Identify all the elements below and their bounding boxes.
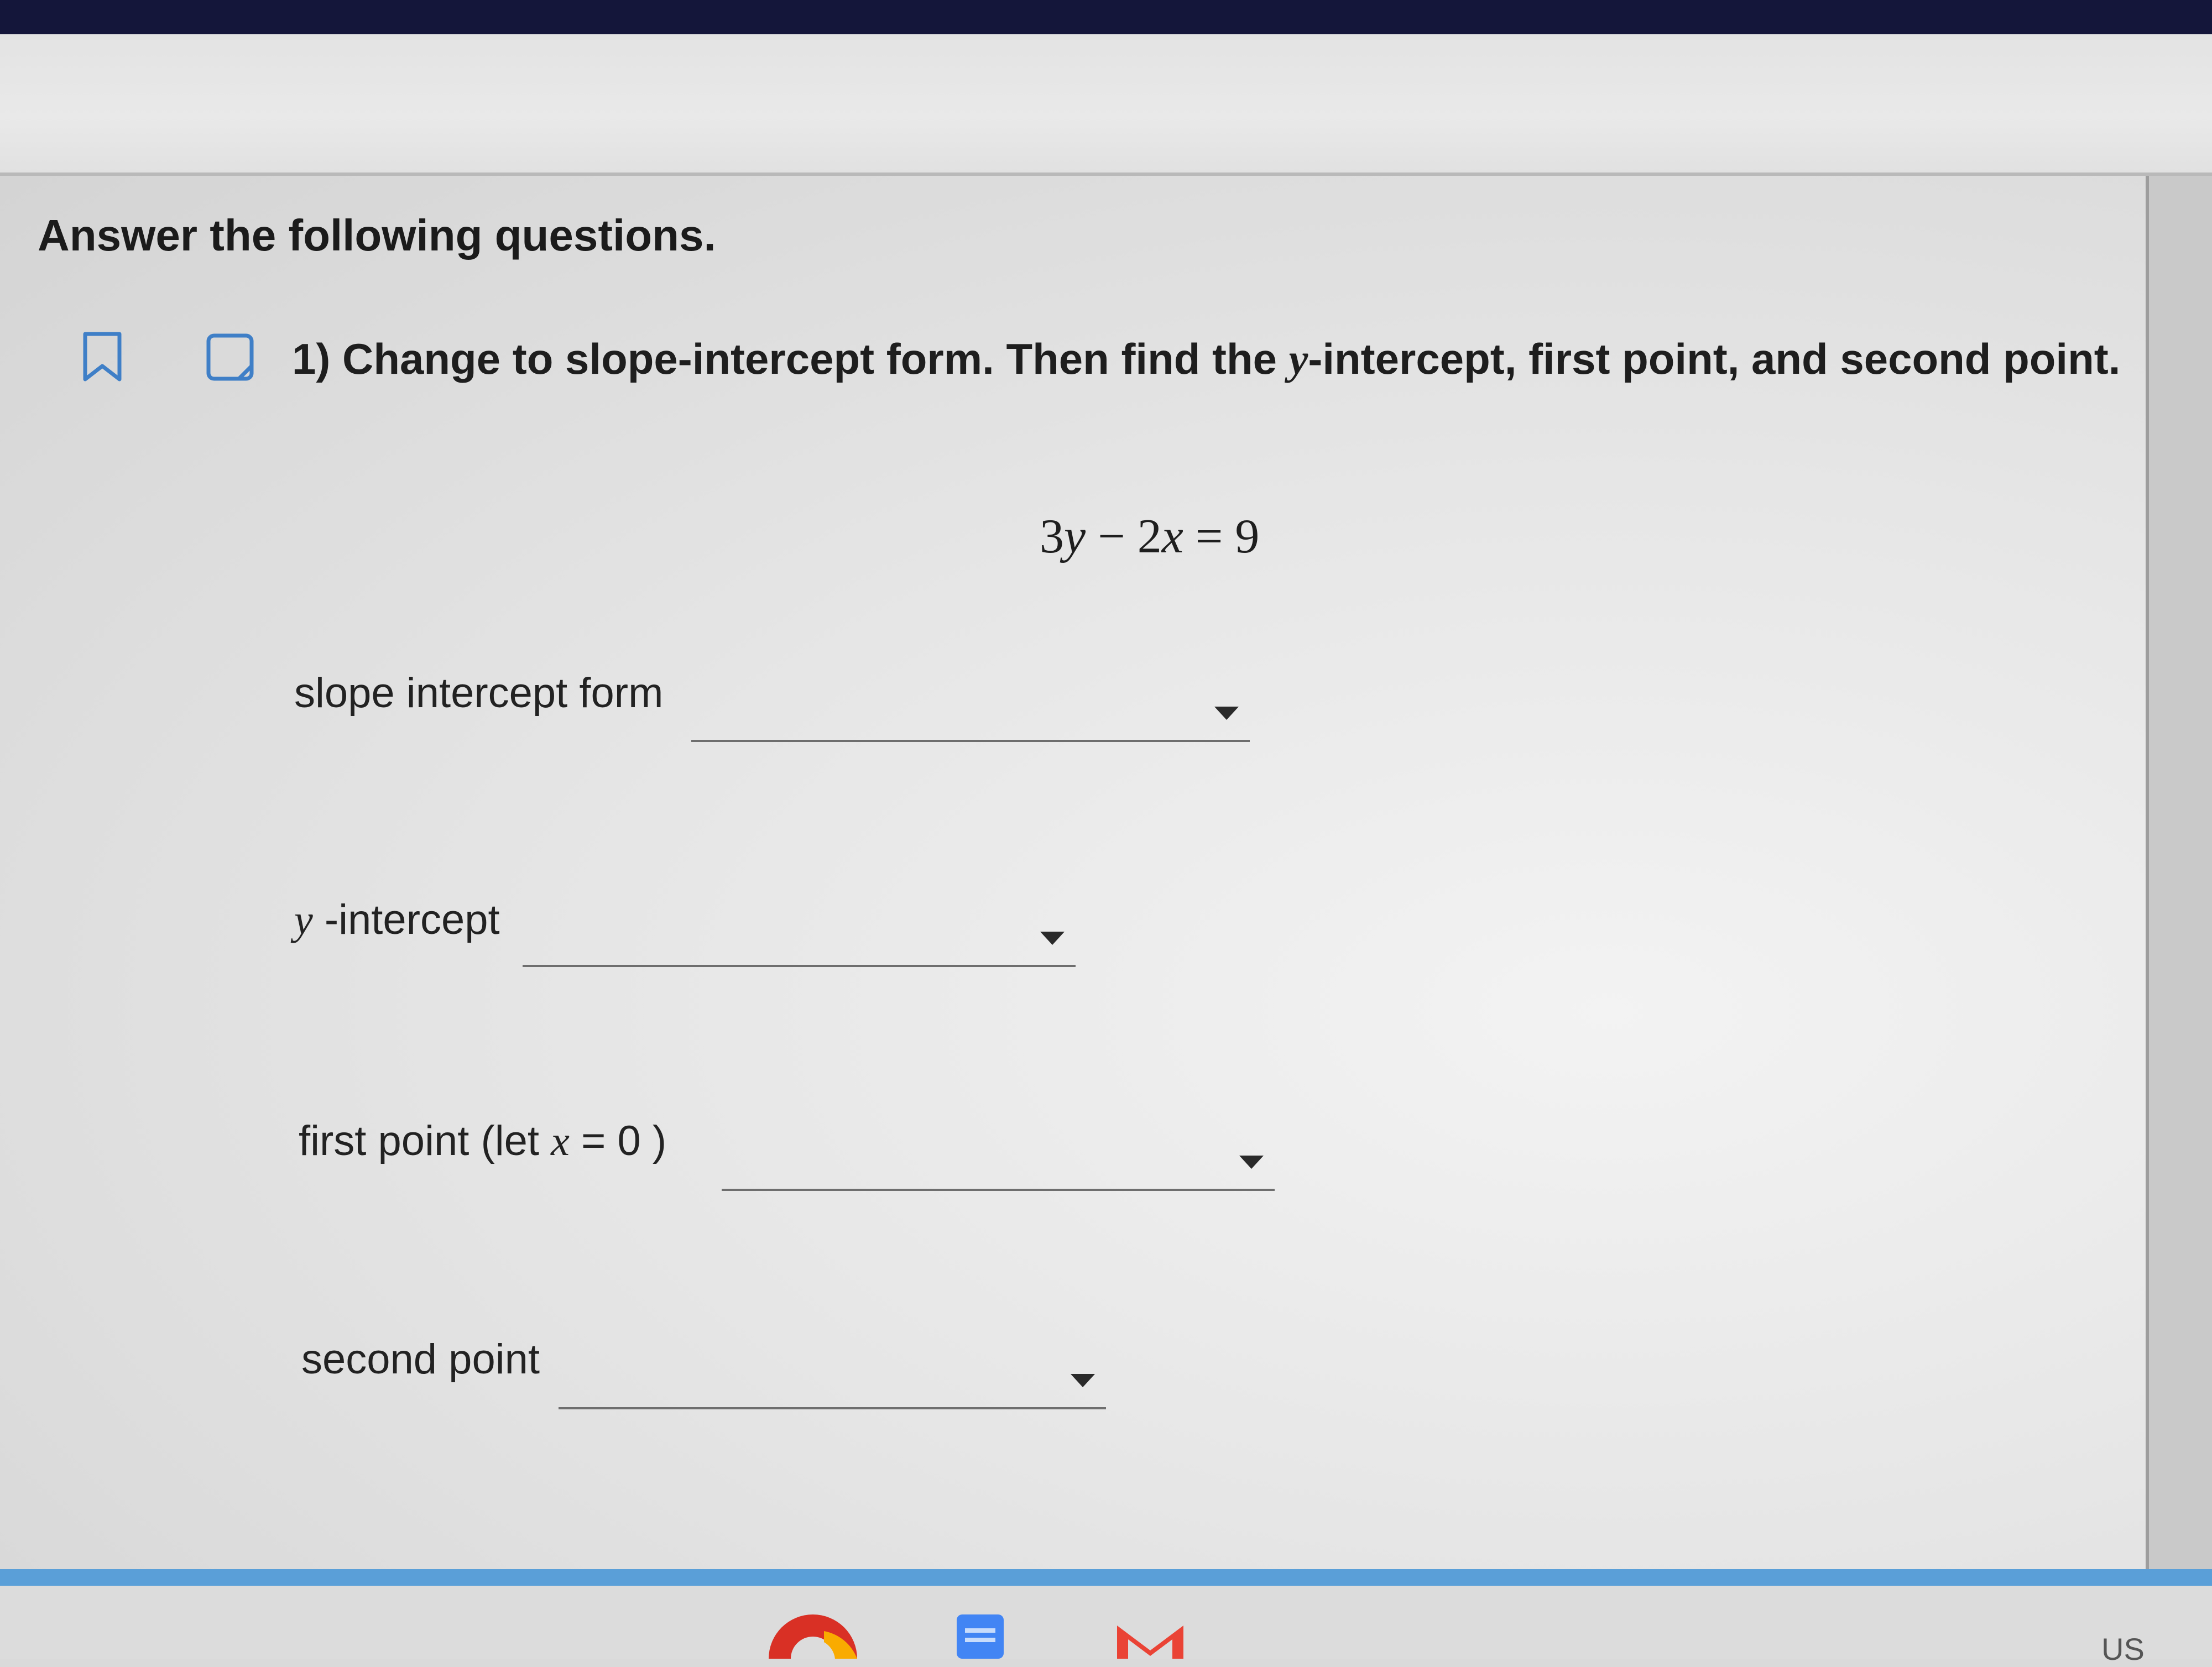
- equation: 3y − 2x = 9: [1040, 510, 1260, 563]
- monitor-bezel: [0, 0, 2212, 34]
- docs-icon[interactable]: [954, 1609, 1006, 1659]
- instructions-heading: Answer the following questions.: [38, 211, 716, 260]
- first-point-label: first point (let x = 0 ): [299, 1117, 667, 1164]
- taskbar: [0, 1586, 2212, 1659]
- page-bottom-bar: [0, 1569, 2212, 1586]
- chrome-icon[interactable]: [763, 1609, 863, 1659]
- slope-intercept-dropdown[interactable]: [691, 690, 1250, 742]
- question-title: 1) Change to slope-intercept form. Then …: [292, 335, 2121, 383]
- browser-header: [0, 34, 2212, 176]
- y-intercept-dropdown[interactable]: [523, 915, 1076, 967]
- bookmark-icon[interactable]: [82, 332, 123, 383]
- question-flag-icon[interactable]: [206, 333, 254, 382]
- chevron-down-icon: [1239, 1156, 1264, 1169]
- chevron-down-icon: [1040, 932, 1065, 945]
- chevron-down-icon: [1214, 707, 1239, 720]
- scrollbar-track[interactable]: [2146, 176, 2212, 1569]
- keyboard-language-indicator[interactable]: US: [2101, 1631, 2145, 1667]
- chevron-down-icon: [1071, 1374, 1095, 1387]
- second-point-dropdown[interactable]: [559, 1357, 1106, 1409]
- second-point-label: second point: [301, 1336, 540, 1383]
- slope-intercept-label: slope intercept form: [294, 670, 664, 717]
- gmail-icon[interactable]: [1112, 1609, 1189, 1659]
- y-intercept-label: y -intercept: [294, 896, 500, 943]
- first-point-dropdown[interactable]: [722, 1139, 1275, 1191]
